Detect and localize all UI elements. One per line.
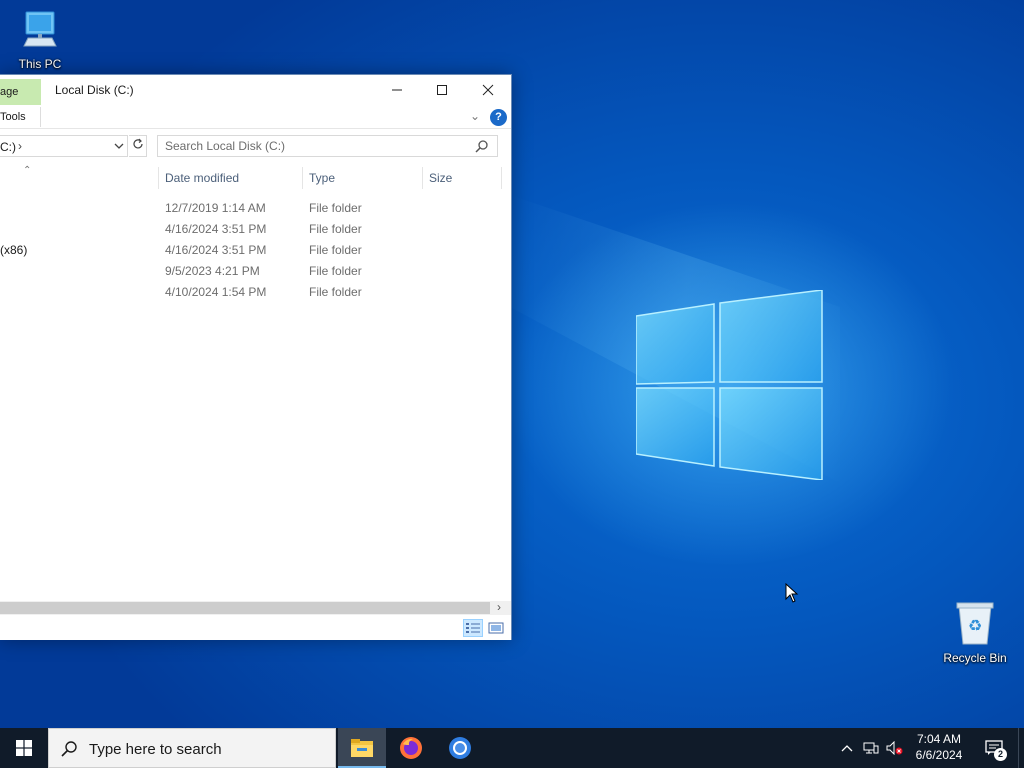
windows-start-icon: [16, 740, 32, 756]
desktop-icon-recycle-bin[interactable]: ♻ Recycle Bin: [937, 600, 1013, 665]
sort-ascending-icon: ⌃: [23, 165, 32, 176]
taskbar-search-box[interactable]: Type here to search: [48, 728, 336, 768]
column-divider[interactable]: [422, 167, 423, 189]
maximize-button[interactable]: [419, 75, 465, 105]
address-dropdown-chevron-down-icon[interactable]: [113, 139, 125, 153]
ribbon-tools-label[interactable]: Tools: [0, 111, 26, 123]
refresh-button[interactable]: [129, 135, 147, 157]
close-icon: [482, 84, 494, 96]
file-date-modified: 9/5/2023 4:21 PM: [165, 264, 260, 278]
ribbon-divider: [40, 107, 41, 127]
window-title: Local Disk (C:): [55, 83, 134, 97]
start-button[interactable]: [0, 728, 48, 768]
scroll-right-chevron-icon[interactable]: ›: [497, 600, 501, 614]
help-button[interactable]: ?: [490, 109, 507, 126]
file-type: File folder: [309, 243, 362, 257]
breadcrumb-chevron-icon[interactable]: ›: [18, 139, 22, 153]
details-view-icon: [466, 623, 480, 633]
recycle-bin-icon: ♻: [956, 602, 994, 645]
mouse-cursor-icon: [785, 583, 799, 603]
firefox-icon: [400, 737, 422, 759]
column-header-size[interactable]: Size: [429, 171, 452, 185]
show-desktop-button[interactable]: [1018, 728, 1024, 768]
table-row[interactable]: 12/7/2019 1:14 AM File folder: [0, 197, 503, 218]
file-type: File folder: [309, 222, 362, 236]
search-input[interactable]: [158, 136, 458, 156]
table-row[interactable]: 4/16/2024 3:51 PM File folder: [0, 218, 503, 239]
file-date-modified: 4/16/2024 3:51 PM: [165, 222, 267, 236]
file-type: File folder: [309, 201, 362, 215]
file-date-modified: 12/7/2019 1:14 AM: [165, 201, 266, 215]
network-icon[interactable]: [860, 728, 882, 768]
ribbon-bar: Tools ⌄ ?: [0, 105, 511, 129]
computer-icon: [23, 11, 57, 47]
large-icons-view-icon: [488, 622, 504, 634]
minimize-button[interactable]: [374, 75, 420, 105]
taskbar-chrome-button[interactable]: [436, 728, 484, 768]
file-name: (x86): [0, 243, 28, 257]
clock-time: 7:04 AM: [916, 732, 962, 746]
action-center-button[interactable]: 2: [980, 728, 1008, 768]
refresh-icon: [132, 138, 143, 149]
taskbar-clock[interactable]: 7:04 AM 6/6/2024: [910, 731, 968, 763]
clock-date: 6/6/2024: [915, 748, 963, 762]
chrome-icon: [449, 737, 471, 759]
notification-count-badge: 2: [994, 748, 1007, 761]
desktop-icon-label: This PC: [18, 57, 62, 71]
scrollbar-thumb[interactable]: [0, 602, 490, 614]
column-header-date-modified[interactable]: Date modified: [165, 171, 239, 185]
show-hidden-icons-chevron-up-icon[interactable]: [836, 728, 858, 768]
column-divider[interactable]: [302, 167, 303, 189]
tab-manage[interactable]: age: [0, 79, 41, 105]
maximize-icon: [437, 85, 447, 95]
taskbar: Type here to search 7:04 AM 6/6/2024 2: [0, 728, 1024, 768]
details-view-button[interactable]: [463, 619, 483, 637]
close-button[interactable]: [465, 75, 511, 105]
taskbar-search-placeholder: Type here to search: [89, 741, 222, 758]
windows-logo-wallpaper: [635, 289, 824, 481]
file-list: 12/7/2019 1:14 AM File folder 4/16/2024 …: [0, 197, 503, 302]
table-row[interactable]: (x86) 4/16/2024 3:51 PM File folder: [0, 239, 503, 260]
search-icon: [61, 741, 77, 757]
search-box[interactable]: [157, 135, 498, 157]
title-bar[interactable]: age Local Disk (C:): [0, 75, 511, 105]
table-row[interactable]: 4/10/2024 1:54 PM File folder: [0, 281, 503, 302]
address-bar[interactable]: C:) ›: [0, 135, 128, 157]
file-date-modified: 4/16/2024 3:51 PM: [165, 243, 267, 257]
column-header-type[interactable]: Type: [309, 171, 335, 185]
file-type: File folder: [309, 264, 362, 278]
expand-ribbon-chevron-icon[interactable]: ⌄: [470, 109, 480, 123]
file-explorer-window[interactable]: age Local Disk (C:) Tools ⌄ ? C:) › Sear…: [0, 74, 512, 640]
minimize-icon: [392, 89, 402, 91]
horizontal-scrollbar[interactable]: ›: [0, 600, 511, 615]
large-icons-view-button[interactable]: [486, 619, 506, 637]
file-explorer-icon: [351, 739, 373, 757]
column-headers: ⌃ Date modified Type Size: [0, 165, 503, 191]
file-date-modified: 4/10/2024 1:54 PM: [165, 285, 267, 299]
taskbar-file-explorer-button[interactable]: [338, 728, 386, 768]
desktop-icon-this-pc[interactable]: This PC: [2, 8, 78, 71]
file-type: File folder: [309, 285, 362, 299]
status-bar: [0, 615, 511, 640]
column-divider[interactable]: [158, 167, 159, 189]
table-row[interactable]: 9/5/2023 4:21 PM File folder: [0, 260, 503, 281]
volume-muted-icon[interactable]: [884, 728, 906, 768]
column-divider[interactable]: [501, 167, 502, 189]
address-path: C:): [0, 140, 16, 154]
navigation-bar: C:) ›: [0, 133, 511, 159]
taskbar-firefox-button[interactable]: [387, 728, 435, 768]
svg-text:♻: ♻: [968, 616, 982, 635]
desktop-icon-label: Recycle Bin: [943, 651, 1007, 665]
search-icon: [475, 140, 488, 153]
